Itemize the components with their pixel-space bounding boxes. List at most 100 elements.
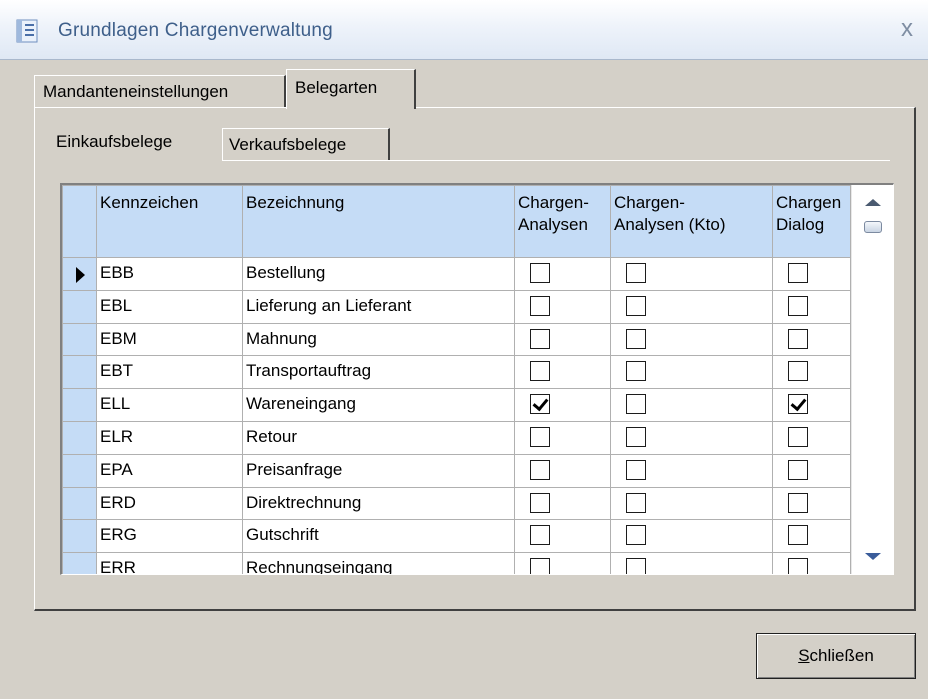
scroll-down-arrow-icon[interactable] xyxy=(865,553,881,560)
table-row[interactable]: EBB Bestellung xyxy=(62,257,851,291)
row-selector[interactable] xyxy=(62,420,97,455)
cell-analysen xyxy=(514,322,611,357)
checkbox-chargen-analysen-kto[interactable] xyxy=(626,328,646,349)
cell-dialog xyxy=(772,388,851,422)
checkbox-chargen-analysen-kto[interactable] xyxy=(626,361,646,382)
checkbox-chargen-analysen-kto[interactable] xyxy=(626,459,646,480)
checkbox-chargen-analysen[interactable] xyxy=(530,263,550,283)
window-close-button[interactable]: x xyxy=(894,16,920,42)
cell-bezeichnung[interactable]: Bestellung xyxy=(242,257,515,291)
tab-mandanteneinstellungen[interactable]: Mandanteneinstellungen xyxy=(34,75,286,107)
cell-kennzeichen[interactable]: EPA xyxy=(96,453,243,488)
tab-belegarten[interactable]: Belegarten xyxy=(286,69,416,109)
table-row[interactable]: ELR Retour xyxy=(62,420,851,455)
checkbox-chargen-analysen-kto[interactable] xyxy=(626,263,646,283)
tab-label: Einkaufsbelege xyxy=(56,132,173,151)
row-selector[interactable] xyxy=(62,552,97,574)
checkbox-chargen-dialog[interactable] xyxy=(788,361,808,382)
table-row[interactable]: ERG Gutschrift xyxy=(62,519,851,554)
cell-bezeichnung[interactable]: Retour xyxy=(242,420,515,455)
cell-analysen xyxy=(514,257,611,291)
belegarten-grid[interactable]: Kennzeichen Bezeichnung Chargen- Analysen… xyxy=(60,183,894,575)
cell-bezeichnung[interactable]: Mahnung xyxy=(242,322,515,357)
tab-verkaufsbelege[interactable]: Verkaufsbelege xyxy=(222,128,390,160)
tab-einkaufsbelege[interactable]: Einkaufsbelege xyxy=(50,124,222,162)
cell-bezeichnung[interactable]: Direktrechnung xyxy=(242,486,515,521)
checkbox-chargen-dialog[interactable] xyxy=(788,459,808,480)
row-selector[interactable] xyxy=(62,289,97,324)
cell-dialog xyxy=(772,322,851,357)
cell-analysen xyxy=(514,453,611,488)
checkbox-chargen-dialog[interactable] xyxy=(788,558,808,574)
column-header-chargen-analysen[interactable]: Chargen- Analysen xyxy=(514,185,611,258)
checkbox-chargen-dialog[interactable] xyxy=(788,492,808,513)
checkbox-chargen-analysen-kto[interactable] xyxy=(626,558,646,574)
checkbox-chargen-analysen[interactable] xyxy=(530,361,550,382)
cell-dialog xyxy=(772,453,851,488)
cell-bezeichnung[interactable]: Preisanfrage xyxy=(242,453,515,488)
checkbox-chargen-analysen[interactable] xyxy=(530,459,550,480)
table-row[interactable]: EBL Lieferung an Lieferant xyxy=(62,289,851,324)
table-row[interactable]: ELL Wareneingang xyxy=(62,388,851,422)
cell-bezeichnung[interactable]: Transportauftrag xyxy=(242,355,515,390)
column-header-bezeichnung[interactable]: Bezeichnung xyxy=(242,185,515,258)
cell-analysen-kto xyxy=(610,257,773,291)
checkbox-chargen-analysen[interactable] xyxy=(530,525,550,546)
cell-analysen-kto xyxy=(610,322,773,357)
cell-kennzeichen[interactable]: ERD xyxy=(96,486,243,521)
column-header-chargen-dialog[interactable]: Chargen Dialog xyxy=(772,185,851,258)
cell-kennzeichen[interactable]: EBB xyxy=(96,257,243,291)
checkbox-chargen-analysen-kto[interactable] xyxy=(626,525,646,546)
checkbox-chargen-dialog[interactable] xyxy=(788,394,808,415)
table-row[interactable]: ERR Rechnungseingang xyxy=(62,552,851,574)
cell-bezeichnung[interactable]: Wareneingang xyxy=(242,388,515,422)
table-row[interactable]: ERD Direktrechnung xyxy=(62,486,851,521)
table-row[interactable]: EBM Mahnung xyxy=(62,322,851,357)
checkbox-chargen-dialog[interactable] xyxy=(788,263,808,283)
cell-analysen-kto xyxy=(610,552,773,574)
row-selector[interactable] xyxy=(62,322,97,357)
schliessen-button[interactable]: Schließen xyxy=(756,633,916,679)
checkbox-chargen-analysen-kto[interactable] xyxy=(626,492,646,513)
scroll-up-arrow-icon[interactable] xyxy=(865,199,881,206)
cell-kennzeichen[interactable]: ERG xyxy=(96,519,243,554)
checkbox-chargen-analysen[interactable] xyxy=(530,426,550,447)
checkbox-chargen-analysen-kto[interactable] xyxy=(626,426,646,447)
vertical-scrollbar[interactable] xyxy=(851,185,893,574)
tab-label: Mandanteneinstellungen xyxy=(43,82,229,101)
row-selector[interactable] xyxy=(62,388,97,422)
checkbox-chargen-analysen-kto[interactable] xyxy=(626,394,646,415)
cell-dialog xyxy=(772,552,851,574)
cell-bezeichnung[interactable]: Lieferung an Lieferant xyxy=(242,289,515,324)
row-selector[interactable] xyxy=(62,257,97,291)
checkbox-chargen-analysen[interactable] xyxy=(530,295,550,316)
column-header-kennzeichen[interactable]: Kennzeichen xyxy=(96,185,243,258)
cell-kennzeichen[interactable]: EBM xyxy=(96,322,243,357)
checkbox-chargen-analysen[interactable] xyxy=(530,394,550,415)
checkbox-chargen-analysen[interactable] xyxy=(530,492,550,513)
cell-kennzeichen[interactable]: ERR xyxy=(96,552,243,574)
checkbox-chargen-dialog[interactable] xyxy=(788,525,808,546)
cell-analysen-kto xyxy=(610,388,773,422)
form-icon xyxy=(16,19,38,43)
checkbox-chargen-analysen[interactable] xyxy=(530,328,550,349)
row-selector[interactable] xyxy=(62,519,97,554)
checkbox-chargen-dialog[interactable] xyxy=(788,328,808,349)
checkbox-chargen-dialog[interactable] xyxy=(788,295,808,316)
row-selector[interactable] xyxy=(62,486,97,521)
cell-kennzeichen[interactable]: ELL xyxy=(96,388,243,422)
cell-kennzeichen[interactable]: EBL xyxy=(96,289,243,324)
table-row[interactable]: EPA Preisanfrage xyxy=(62,453,851,488)
scroll-thumb[interactable] xyxy=(864,221,882,233)
cell-bezeichnung[interactable]: Gutschrift xyxy=(242,519,515,554)
row-selector[interactable] xyxy=(62,453,97,488)
cell-bezeichnung[interactable]: Rechnungseingang xyxy=(242,552,515,574)
checkbox-chargen-analysen-kto[interactable] xyxy=(626,295,646,316)
checkbox-chargen-dialog[interactable] xyxy=(788,426,808,447)
checkbox-chargen-analysen[interactable] xyxy=(530,558,550,574)
cell-kennzeichen[interactable]: ELR xyxy=(96,420,243,455)
row-selector[interactable] xyxy=(62,355,97,390)
cell-kennzeichen[interactable]: EBT xyxy=(96,355,243,390)
column-header-chargen-analysen-kto[interactable]: Chargen- Analysen (Kto) xyxy=(610,185,773,258)
table-row[interactable]: EBT Transportauftrag xyxy=(62,355,851,390)
